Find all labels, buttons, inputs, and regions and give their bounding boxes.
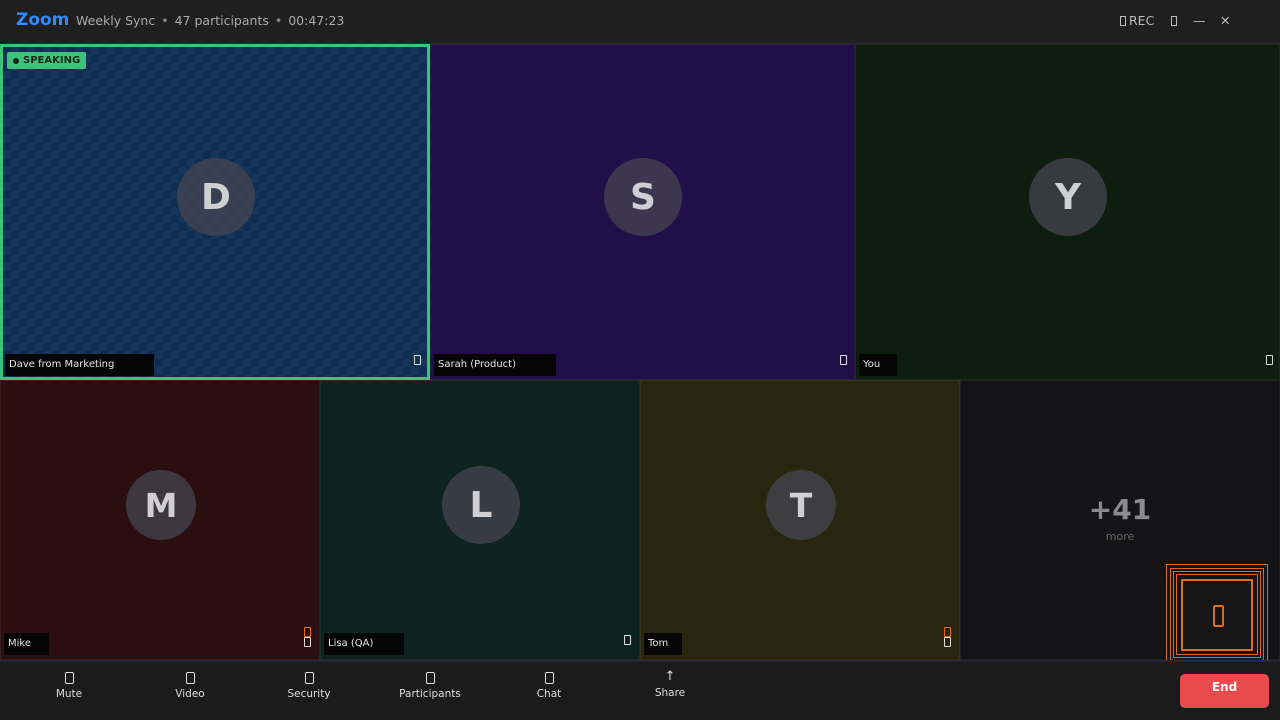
mic-icon — [944, 637, 951, 647]
video-camera-icon — [185, 672, 195, 684]
fullscreen-icon[interactable] — [1171, 13, 1177, 28]
security-label: Security — [287, 688, 331, 700]
close-icon[interactable]: ✕ — [1220, 13, 1230, 28]
overflow-indicator: +41 more — [961, 493, 1279, 543]
separator-dot: • — [161, 13, 169, 28]
avatar: T — [766, 470, 836, 540]
title-bar: Zoom Weekly Sync • 47 participants • 00:47:2… — [0, 0, 1280, 44]
mic-icon — [840, 355, 847, 365]
thumbnail-core — [1181, 579, 1253, 651]
meeting-timer: 00:47:23 — [288, 13, 345, 28]
muted-mic-icon — [304, 627, 311, 637]
speaking-label: SPEAKING — [23, 55, 81, 66]
meeting-info: Weekly Sync • 47 participants • 00:47:23 — [76, 13, 344, 28]
avatar: L — [442, 466, 520, 544]
participant-name: Sarah (Product) — [434, 354, 556, 376]
overflow-label: more — [1105, 530, 1135, 543]
participant-count: 47 participants — [174, 13, 269, 28]
mute-button[interactable]: Mute — [24, 668, 114, 712]
video-tile[interactable]: Y You — [855, 44, 1280, 380]
speaking-dot-icon — [13, 57, 19, 64]
participant-name: You — [859, 354, 897, 376]
app-brand: Zoom — [16, 10, 70, 30]
mic-icon — [1266, 355, 1273, 365]
video-tile[interactable]: M Mike — [0, 380, 320, 660]
mute-label: Mute — [55, 688, 83, 700]
participant-name: Lisa (QA) — [324, 633, 404, 655]
overflow-count: +41 — [1088, 493, 1152, 526]
mic-icon — [414, 355, 421, 365]
self-view-thumbnail[interactable] — [1166, 564, 1268, 665]
avatar: D — [177, 158, 255, 236]
microphone-icon — [64, 672, 74, 684]
record-icon — [1120, 16, 1126, 26]
separator-dot: • — [274, 13, 283, 28]
minimize-icon[interactable]: — — [1193, 13, 1206, 28]
share-button[interactable]: ↑ Share — [625, 668, 715, 712]
mic-icon — [304, 637, 311, 647]
speaking-badge: SPEAKING — [7, 52, 87, 69]
avatar: S — [604, 158, 682, 236]
meeting-toolbar: Mute Video Security Participants Chat ↑ … — [0, 660, 1280, 720]
share-arrow-icon: ↑ — [664, 669, 676, 684]
muted-mic-icon — [944, 627, 951, 637]
shield-icon — [304, 672, 314, 684]
chat-bubble-icon — [544, 672, 554, 684]
chat-button[interactable]: Chat — [504, 668, 594, 712]
meeting-name: Weekly Sync — [76, 13, 156, 28]
participant-name: Tom — [644, 633, 682, 655]
rec-label: REC — [1129, 13, 1155, 28]
video-label: Video — [175, 688, 205, 700]
avatar: Y — [1029, 158, 1107, 236]
participants-button[interactable]: Participants — [385, 668, 475, 712]
participant-name: Dave from Marketing — [5, 354, 154, 376]
video-tile[interactable]: T Tom — [640, 380, 960, 660]
video-tile[interactable]: L Lisa (QA) — [320, 380, 640, 660]
security-button[interactable]: Security — [264, 668, 354, 712]
chat-label: Chat — [536, 688, 562, 700]
video-tile[interactable]: S Sarah (Product) — [430, 44, 855, 380]
avatar: M — [126, 470, 196, 540]
camera-icon — [1213, 605, 1224, 627]
video-grid: SPEAKING D Dave from Marketing S Sarah (… — [0, 44, 1280, 660]
mic-icon — [624, 635, 631, 645]
end-meeting-button[interactable]: End — [1180, 674, 1269, 708]
share-label: Share — [654, 687, 686, 699]
video-button[interactable]: Video — [145, 668, 235, 712]
video-tile[interactable]: SPEAKING D Dave from Marketing — [0, 44, 430, 380]
people-icon — [425, 672, 435, 684]
participant-name: Mike — [4, 633, 49, 655]
recording-indicator: REC — [1120, 13, 1154, 28]
participants-label: Participants — [399, 688, 461, 700]
